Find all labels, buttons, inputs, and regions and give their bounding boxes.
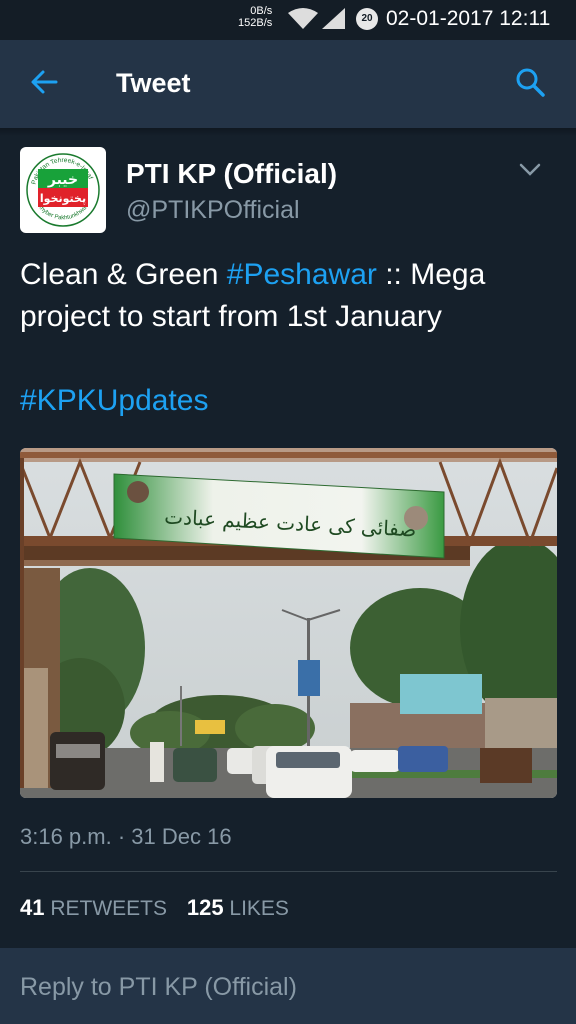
pti-logo: Pakistan Tehreek-e-Insaf Khyber Pakhtunk… [26,153,100,227]
hashtag-kpkupdates[interactable]: #KPKUpdates [20,384,208,417]
signal-icon [322,8,345,29]
page-title: Tweet [116,68,191,98]
retweet-count[interactable]: 41 [20,895,44,920]
wifi-icon [288,8,318,29]
street-photo: صفائی کی عادت عظیم عبادت [20,448,557,798]
status-bar: 0B/s 152B/s 20 02-01-2017 12:11 [0,0,576,40]
retweet-label[interactable]: RETWEETS [50,897,167,920]
avatar[interactable]: Pakistan Tehreek-e-Insaf Khyber Pakhtunk… [20,147,106,233]
reply-input[interactable]: Reply to PTI KP (Official) [20,973,297,1002]
like-count[interactable]: 125 [187,895,224,920]
author-handle[interactable]: @PTIKPOfficial [126,196,300,225]
author-name[interactable]: PTI KP (Official) [126,158,337,190]
tweet-text: Clean & Green #Peshawar :: Mega project … [20,258,486,417]
tweet-timestamp: 3:16 p.m. · 31 Dec 16 [20,824,232,849]
search-icon[interactable] [514,66,546,98]
chevron-down-icon[interactable] [519,162,541,178]
battery-icon: 20 [356,8,378,30]
tweet-photo[interactable]: صفائی کی عادت عظیم عبادت [20,448,557,798]
reply-bar[interactable]: Reply to PTI KP (Official) [0,948,576,1024]
divider [20,871,557,872]
svg-text:پختونخوا: پختونخوا [40,192,86,205]
svg-text:خیبر: خیبر [47,172,78,188]
app-bar: Tweet [0,40,576,128]
like-label[interactable]: LIKES [229,897,289,920]
back-arrow-icon[interactable] [28,66,60,98]
network-speed: 0B/s 152B/s [238,5,273,29]
app-bar-shadow [0,128,576,136]
hashtag-peshawar[interactable]: #Peshawar [227,258,377,291]
status-datetime: 02-01-2017 12:11 [386,7,551,30]
tweet-stats: 41 RETWEETS 125 LIKES [20,895,289,921]
